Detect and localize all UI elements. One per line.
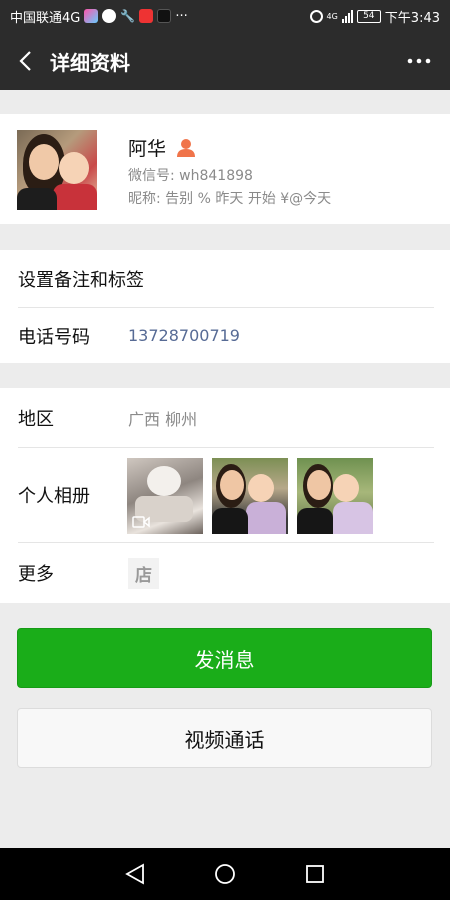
name-row: 阿华 [128,134,196,161]
album-thumbnail[interactable] [297,458,373,534]
region-value: 广西 柳州 [128,409,198,429]
app-notification-icon [84,9,99,23]
system-recents-button[interactable] [295,854,335,894]
album-thumbnail[interactable] [127,458,203,534]
phone-label: 电话号码 [18,326,90,348]
status-right: 4G 54 下午3:43 [309,7,440,26]
remark-label: 设置备注和标签 [18,269,144,291]
square-recents-icon [306,865,324,883]
battery-level: 54 [363,11,375,21]
wechat-id: 微信号: wh841898 [128,168,253,184]
video-call-button[interactable]: 视频通话 [17,708,432,768]
page-title: 详细资料 [50,50,130,75]
avatar[interactable] [17,130,97,210]
more-notifications: ··· [175,8,188,24]
back-arrow-icon [19,51,31,71]
network-type: 4G [326,11,338,21]
back-button[interactable] [0,32,50,90]
contact-info-card: 设置备注和标签 电话号码 13728700719 [0,250,450,363]
album-thumbnail[interactable] [212,458,288,534]
carrier-label: 中国联通4G [10,10,81,26]
toutiao-icon [139,9,154,23]
nickname: 昵称: 告别 % 昨天 开始 ¥@今天 [128,191,332,207]
shop-icon-text: 店 [135,566,152,586]
circle-home-icon [215,864,235,884]
contact-person-icon [177,138,196,157]
header-bar: 详细资料 [0,32,450,90]
shop-icon: 店 [128,558,159,589]
tiktok-icon [157,9,172,23]
phone-row: 电话号码 13728700719 [0,308,450,363]
video-camera-icon [132,516,150,528]
alarm-icon [309,9,323,23]
more-options-button[interactable] [404,49,434,73]
profile-name: 阿华 [128,138,167,160]
telegram-icon [102,9,117,23]
region-row: 地区 广西 柳州 [0,388,450,447]
battery-icon: 54 [356,9,381,23]
album-label: 个人相册 [18,486,90,507]
signal-icon [341,9,353,23]
system-back-button[interactable] [115,854,155,894]
more-row[interactable]: 更多 店 [0,543,450,603]
ellipsis-icon [407,58,431,64]
triangle-back-icon [125,863,144,885]
system-navigation-bar [0,848,450,900]
phone-number-link[interactable]: 13728700719 [128,326,240,345]
send-message-button[interactable]: 发消息 [17,628,432,688]
remark-row[interactable]: 设置备注和标签 [0,250,450,307]
more-label: 更多 [18,564,54,585]
status-left: 中国联通4G 🔧 ··· [10,7,188,26]
clock: 下午3:43 [384,10,440,26]
status-bar: 中国联通4G 🔧 ··· 4G 54 下午3:43 [0,0,450,32]
region-label: 地区 [18,408,54,430]
wrench-icon: 🔧 [120,9,136,23]
profile-card: 阿华 微信号: wh841898 昵称: 告别 % 昨天 开始 ¥@今天 [0,114,450,224]
system-home-button[interactable] [205,854,245,894]
